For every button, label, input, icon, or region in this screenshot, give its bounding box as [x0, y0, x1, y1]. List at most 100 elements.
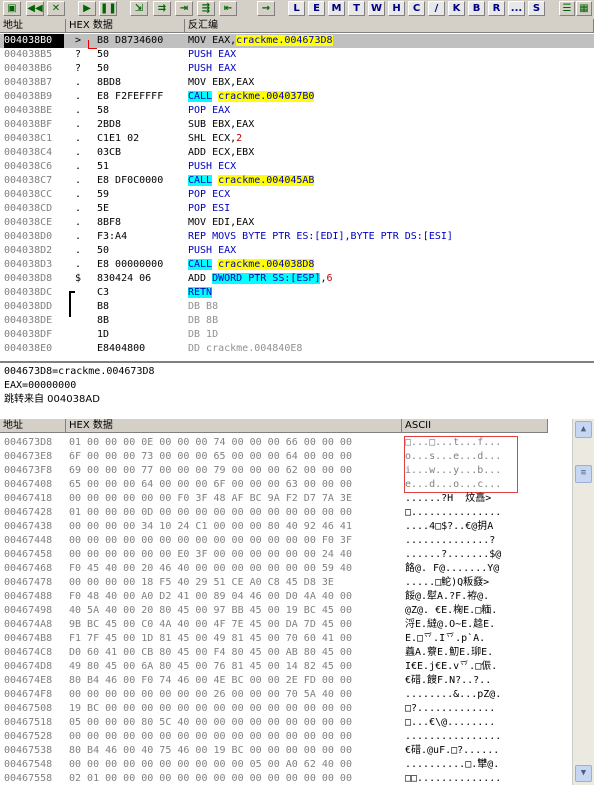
disasm-row[interactable]: 004038CD. 5E POP ESI [0, 202, 594, 216]
dump-row[interactable]: 00467478 00 00 00 00 18 F5 40 29 51 CE A0… [0, 576, 572, 590]
disasm-row[interactable]: 004038DF 1D DB 1D [0, 328, 594, 342]
disasm-token: PUSH EAX [188, 49, 237, 60]
toolbar-letter-2[interactable]: M [328, 1, 345, 16]
toolbar-letter-12[interactable]: S [528, 1, 545, 16]
pause-icon[interactable]: ❚❚ [99, 1, 117, 16]
disasm-row[interactable]: 004038C7. E8 DF0C0000 CALL crackme.004045A… [0, 174, 594, 188]
dump-pane[interactable]: 地址 HEX 数据 ASCII 004673D8 01 00 00 00 0E 0… [0, 419, 572, 785]
disasm-row[interactable]: 004038DE 8B DB 8B [0, 314, 594, 328]
dump-row[interactable]: 00467508 19 BC 00 00 00 00 00 00 00 00 00… [0, 702, 572, 716]
toolbar-letter-4[interactable]: W [368, 1, 385, 16]
toolbar-letter-3[interactable]: T [348, 1, 365, 16]
dump-row[interactable]: 00467448 00 00 00 00 00 00 00 00 00 00 00… [0, 534, 572, 548]
dump-row[interactable]: 00467408 65 00 00 00 64 00 00 00 6F 00 00… [0, 478, 572, 492]
dump-row[interactable]: 00467488 F0 48 40 00 A0 D2 41 00 89 04 46… [0, 590, 572, 604]
grid-icon[interactable]: ▦ [576, 1, 592, 16]
dump-row[interactable]: 004674D8 49 80 45 00 6A 80 45 00 76 81 45… [0, 660, 572, 674]
toolbar-letter-11[interactable]: ... [508, 1, 525, 16]
run-icon[interactable]: ▶ [78, 1, 96, 16]
dump-row[interactable]: 00467438 00 00 00 00 34 10 24 C1 00 00 00… [0, 520, 572, 534]
execute-till-return-icon[interactable]: ⇤ [219, 1, 237, 16]
dump-row[interactable]: 00467428 01 00 00 00 0D 00 00 00 00 00 00… [0, 506, 572, 520]
disasm-row[interactable]: 004038C1. C1E1 02 SHL ECX,2 [0, 132, 594, 146]
disasm-row[interactable]: 004038DC C3 RETN [0, 286, 594, 300]
disasm-token: DB B8 [188, 301, 219, 312]
column-header-disassembly[interactable]: 反汇编 [185, 19, 594, 33]
row-marker: . [75, 245, 82, 256]
list-icon[interactable]: ☰ [559, 1, 575, 16]
toolbar-letter-1[interactable]: E [308, 1, 325, 16]
dump-address: 00467408 [4, 479, 53, 490]
dump-ascii: □............... [405, 507, 502, 518]
column-header-address[interactable]: 地址 [0, 19, 66, 33]
disasm-row[interactable]: 004038CE. 8BF8 MOV EDI,EAX [0, 216, 594, 230]
dump-scrollbar[interactable]: ▲ ≡ ▼ [572, 419, 594, 785]
dump-row[interactable]: 004674A8 9B BC 45 00 C0 4A 40 00 4F 7E 45… [0, 618, 572, 632]
toolbar-letter-7[interactable]: / [428, 1, 445, 16]
toolbar-letter-8[interactable]: K [448, 1, 465, 16]
disasm-row[interactable]: 004038D8 $830424 06 ADD DWORD PTR SS:[ESP]… [0, 272, 594, 286]
dump-row[interactable]: 004674E8 80 B4 46 00 F0 74 46 00 4E BC 00… [0, 674, 572, 688]
disasm-row[interactable]: 004038B5? 50 PUSH EAX [0, 48, 594, 62]
dump-row[interactable]: 00467538 80 B4 46 00 40 75 46 00 19 BC 00… [0, 744, 572, 758]
dump-row[interactable]: 00467418 00 00 00 00 00 00 F0 3F 48 AF BC… [0, 492, 572, 506]
disasm-row[interactable]: 004038B9. E8 F2FEFFFF CALL crackme.004037B… [0, 90, 594, 104]
goto-icon[interactable]: → [257, 1, 275, 16]
disasm-row[interactable]: 004038DD B8 DB B8 [0, 300, 594, 314]
row-hex: 51 [97, 161, 110, 172]
scroll-down-button[interactable]: ▼ [575, 765, 592, 782]
dump-row[interactable]: 004674C8 D0 60 41 00 CB 80 45 00 F4 80 45… [0, 646, 572, 660]
dump-row[interactable]: 004674F8 00 00 00 00 00 00 00 00 26 00 00… [0, 688, 572, 702]
dump-hex: 80 B4 46 00 F0 74 46 00 4E BC 00 00 2E F… [69, 675, 352, 686]
disasm-row[interactable]: 004038B6? 50 PUSH EAX [0, 62, 594, 76]
trace-into-icon[interactable]: ⇥ [175, 1, 193, 16]
dump-hex: D0 60 41 00 CB 80 45 00 F4 80 45 00 AB 8… [69, 647, 352, 658]
open-icon[interactable]: ▣ [3, 1, 21, 16]
row-address: 004038DF [4, 329, 53, 340]
column-header-hex[interactable]: HEX 数据 [66, 19, 185, 33]
toolbar-letter-9[interactable]: B [468, 1, 485, 16]
dump-ascii: 浖E.繨@.O~E.趝E. [405, 619, 496, 630]
dump-row[interactable]: 00467548 00 00 00 00 00 00 00 00 00 00 05… [0, 758, 572, 772]
disasm-row[interactable]: 004038D0. F3:A4 REP MOVS BYTE PTR ES:[EDI]… [0, 230, 594, 244]
dump-row[interactable]: 00467458 00 00 00 00 00 00 E0 3F 00 00 00… [0, 548, 572, 562]
dump-column-header-hex[interactable]: HEX 数据 [66, 419, 402, 433]
disasm-row[interactable]: 004038C6. 51 PUSH ECX [0, 160, 594, 174]
toolbar-letter-6[interactable]: C [408, 1, 425, 16]
dump-row[interactable]: 004674B8 F1 7F 45 00 1D 81 45 00 49 81 45… [0, 632, 572, 646]
disasm-row[interactable]: 004038C4. 03CB ADD ECX,EBX [0, 146, 594, 160]
toolbar-letter-5[interactable]: H [388, 1, 405, 16]
step-into-icon[interactable]: ⇲ [130, 1, 148, 16]
scroll-thumb[interactable]: ≡ [575, 465, 592, 483]
disasm-row[interactable]: 004038BE. 58 POP EAX [0, 104, 594, 118]
row-hex: C1E1 02 [97, 133, 140, 144]
close-icon[interactable]: ✕ [47, 1, 65, 16]
row-marker: . [75, 175, 82, 186]
row-marker: . [75, 217, 82, 228]
dump-hex: 00 00 00 00 00 00 00 00 26 00 00 00 70 5… [69, 689, 352, 700]
dump-row[interactable]: 00467498 40 5A 40 00 20 80 45 00 97 BB 45… [0, 604, 572, 618]
dump-row[interactable]: 00467528 00 00 00 00 00 00 00 00 00 00 00… [0, 730, 572, 744]
disasm-row[interactable]: 004038B7. 8BD8 MOV EBX,EAX [0, 76, 594, 90]
dump-row[interactable]: 004673E8 6F 00 00 00 73 00 00 00 65 00 00… [0, 450, 572, 464]
toolbar-letter-10[interactable]: R [488, 1, 505, 16]
row-disassembly: PUSH EAX [188, 62, 588, 76]
dump-row[interactable]: 004673F8 69 00 00 00 77 00 00 00 79 00 00… [0, 464, 572, 478]
disasm-row[interactable]: 004038D2. 50 PUSH EAX [0, 244, 594, 258]
disasm-row[interactable]: 004038E0 E8404800 DD crackme.004840E8 [0, 342, 594, 356]
restart-icon[interactable]: ◀◀ [26, 1, 44, 16]
dump-column-header-ascii[interactable]: ASCII [402, 419, 548, 433]
dump-row[interactable]: 00467558 02 01 00 00 00 00 00 00 00 00 00… [0, 772, 572, 785]
dump-row[interactable]: 00467468 F0 45 40 00 20 46 40 00 00 00 00… [0, 562, 572, 576]
dump-row[interactable]: 004673D8 01 00 00 00 0E 00 00 00 74 00 00… [0, 436, 572, 450]
scroll-up-button[interactable]: ▲ [575, 421, 592, 438]
disasm-row[interactable]: 004038BF. 2BD8 SUB EBX,EAX [0, 118, 594, 132]
dump-column-header-address[interactable]: 地址 [0, 419, 66, 433]
disasm-row[interactable]: 004038D3. E8 00000000 CALL crackme.004038D… [0, 258, 594, 272]
dump-row[interactable]: 00467518 05 00 00 00 80 5C 40 00 00 00 00… [0, 716, 572, 730]
disasm-row[interactable]: 004038CC. 59 POP ECX [0, 188, 594, 202]
trace-over-icon[interactable]: ⇶ [197, 1, 215, 16]
toolbar-letter-0[interactable]: L [288, 1, 305, 16]
step-over-icon[interactable]: ⇉ [153, 1, 171, 16]
disassembly-pane[interactable]: 地址 HEX 数据 反汇编 004038B0 > B8 D8734600 MOV EA… [0, 19, 594, 361]
